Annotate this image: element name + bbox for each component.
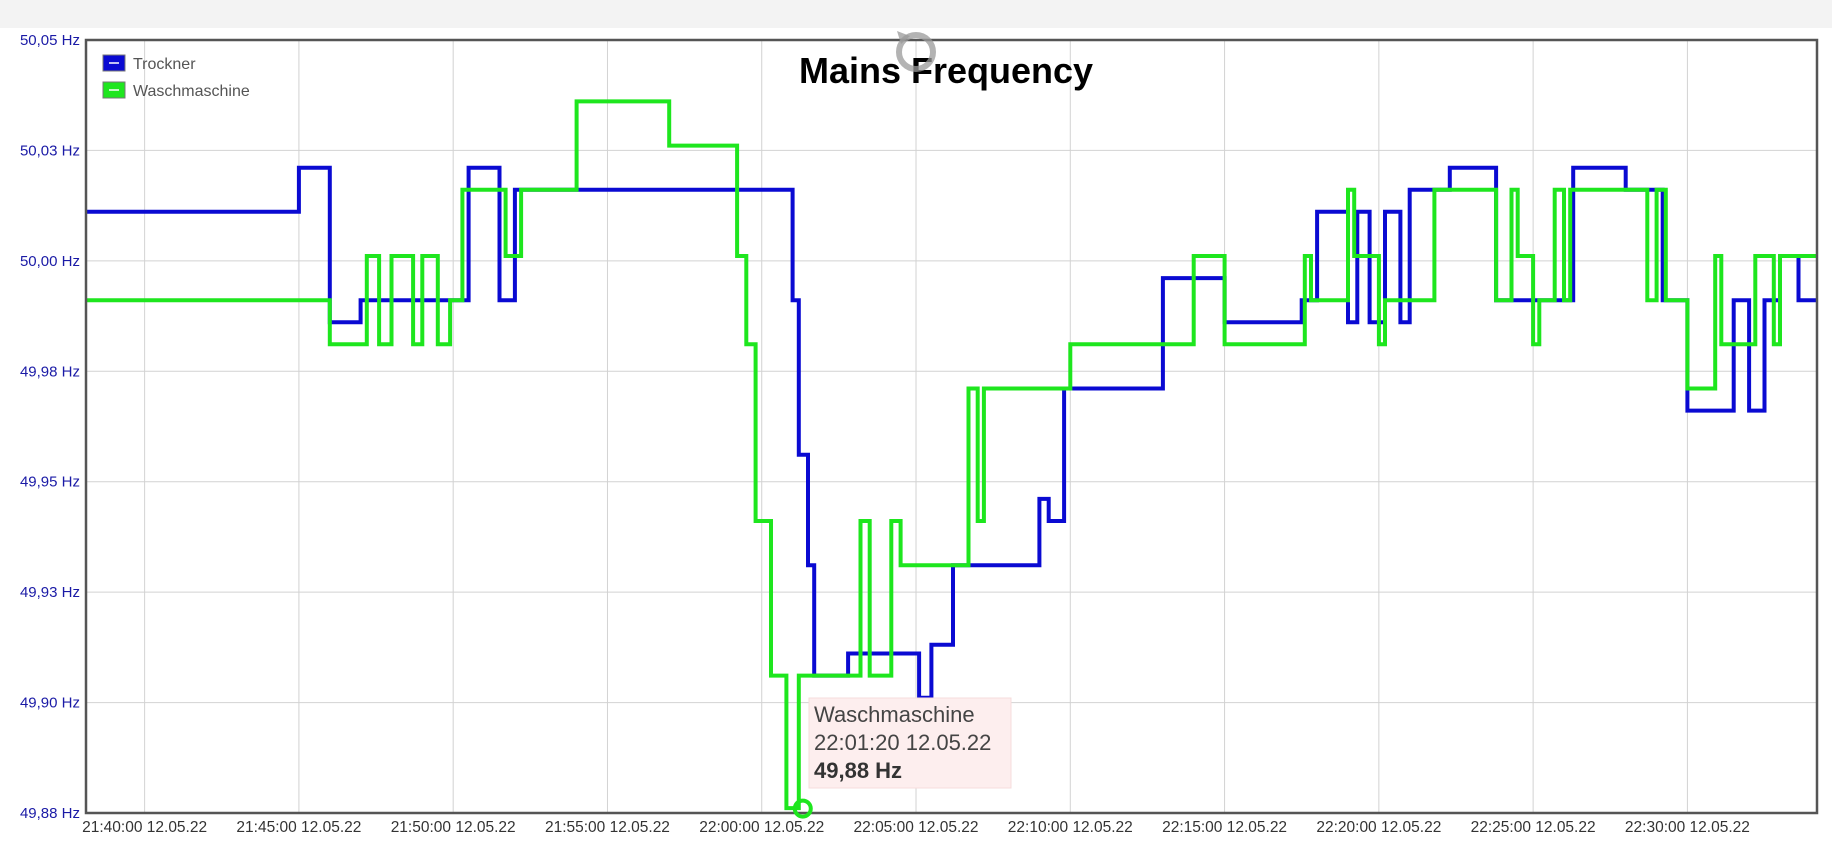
y-tick-label: 49,95 Hz: [20, 474, 80, 491]
y-tick-label: 49,98 Hz: [20, 363, 80, 380]
y-tick-label: 49,93 Hz: [20, 584, 80, 601]
chart-container: 49,88 Hz 49,90 Hz 49,93 Hz 49,95 Hz 49,98 Hz…: [0, 0, 1832, 857]
x-tick-label: 22:20:00 12.05.22: [1316, 819, 1441, 836]
legend: Trockner Waschmaschine: [102, 54, 250, 100]
x-axis-ticks: 21:40:00 12.05.22 21:45:00 12.05.22 21:50:…: [82, 819, 1750, 836]
y-tick-label: 50,03 Hz: [20, 142, 80, 159]
legend-label: Waschmaschine: [133, 83, 250, 100]
y-tick-label: 49,90 Hz: [20, 695, 80, 712]
tooltip: Waschmaschine 22:01:20 12.05.22 49,88 Hz: [792, 697, 1012, 819]
y-tick-label: 50,05 Hz: [20, 32, 80, 49]
y-tick-label: 50,00 Hz: [20, 253, 80, 270]
chart-title: Mains Frequency: [799, 50, 1093, 91]
x-tick-label: 22:05:00 12.05.22: [854, 819, 979, 836]
legend-item-waschmaschine[interactable]: Waschmaschine: [102, 81, 250, 100]
y-tick-label: 49,88 Hz: [20, 805, 80, 822]
x-tick-label: 22:10:00 12.05.22: [1008, 819, 1133, 836]
series-line-trockner[interactable]: [86, 165, 1817, 700]
y-axis-ticks: 49,88 Hz 49,90 Hz 49,93 Hz 49,95 Hz 49,98 Hz…: [20, 32, 80, 822]
x-tick-label: 21:40:00 12.05.22: [82, 819, 207, 836]
legend-item-trockner[interactable]: Trockner: [102, 54, 196, 73]
x-tick-label: 22:25:00 12.05.22: [1471, 819, 1596, 836]
grid-layer: [86, 39, 1817, 814]
x-tick-label: 21:45:00 12.05.22: [236, 819, 361, 836]
plot-frame: [84, 38, 1819, 815]
x-tick-label: 22:00:00 12.05.22: [699, 819, 824, 836]
tooltip-value: 49,88 Hz: [814, 758, 902, 783]
tooltip-series: Waschmaschine: [814, 702, 975, 727]
mains-frequency-chart: 49,88 Hz 49,90 Hz 49,93 Hz 49,95 Hz 49,98 Hz…: [20, 31, 1819, 836]
x-tick-label: 22:15:00 12.05.22: [1162, 819, 1287, 836]
legend-label: Trockner: [133, 56, 196, 73]
x-tick-label: 22:30:00 12.05.22: [1625, 819, 1750, 836]
x-tick-label: 21:55:00 12.05.22: [545, 819, 670, 836]
x-tick-label: 21:50:00 12.05.22: [391, 819, 516, 836]
tooltip-time: 22:01:20 12.05.22: [814, 730, 991, 755]
